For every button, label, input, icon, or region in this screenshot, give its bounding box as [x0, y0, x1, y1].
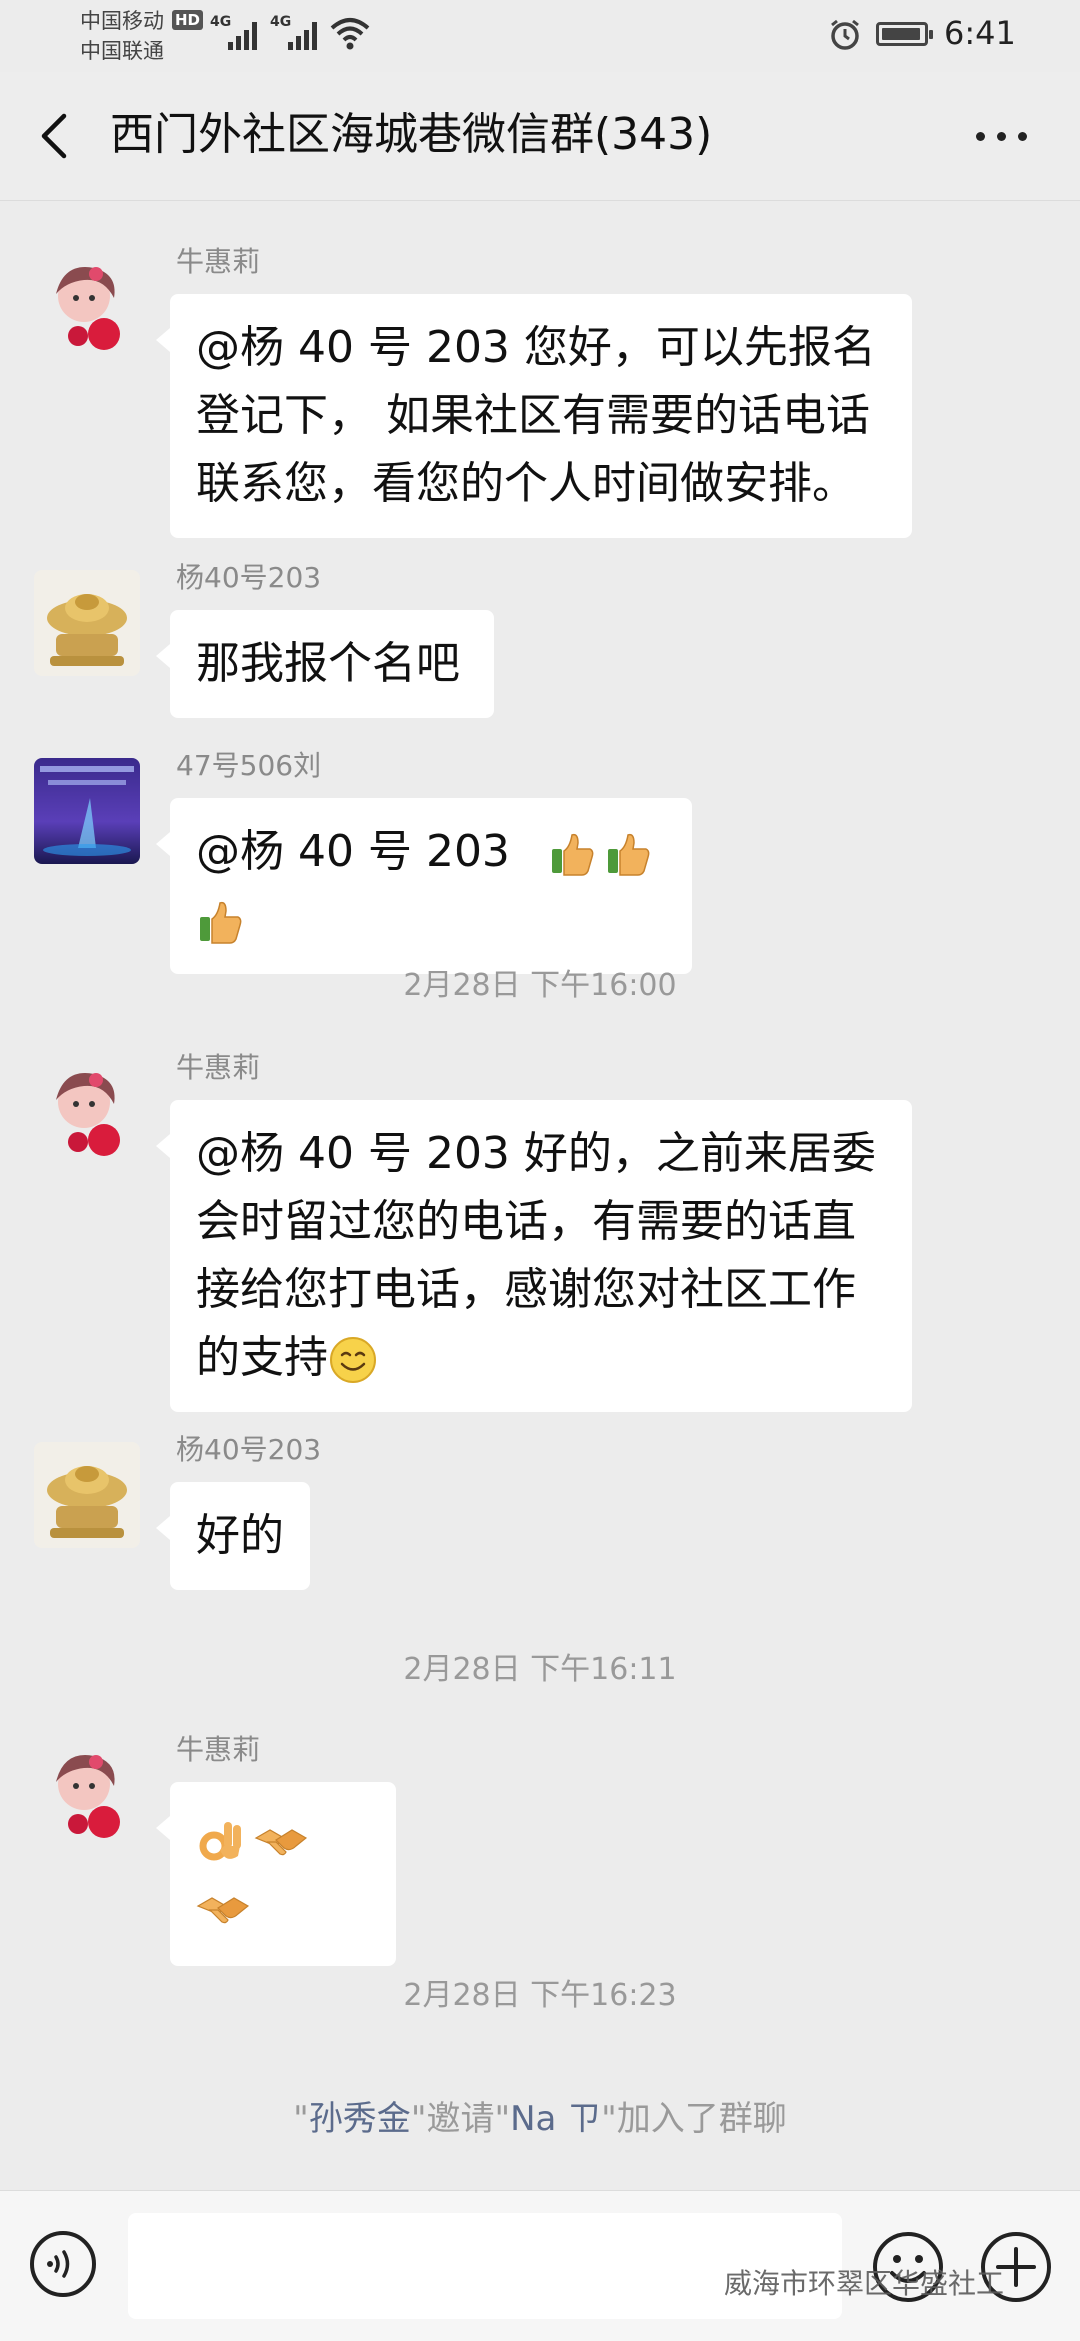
thumbs-up-icon — [551, 833, 594, 876]
message-bubble[interactable]: @杨 40 号 203 好的，之前来居委会时留过您的电话，有需要的话直接给您打电… — [156, 1100, 912, 1412]
handshake-icon — [254, 1829, 308, 1856]
voice-icon[interactable] — [28, 2229, 98, 2299]
hd-badge: HD — [172, 10, 204, 30]
back-arrow-icon[interactable] — [34, 112, 78, 160]
wifi-icon — [330, 18, 370, 50]
alarm-icon — [831, 19, 859, 50]
inviter-name[interactable]: 孙秀金 — [309, 2099, 411, 2139]
avatar[interactable] — [34, 1060, 140, 1166]
chat-timestamp: 2月28日 下午16:11 — [403, 1652, 677, 1687]
chat-timestamp: 2月28日 下午16:23 — [403, 1978, 677, 2013]
sender-name: 47号506刘 — [176, 749, 322, 782]
message-bubble[interactable]: @杨 40 号 203 — [156, 798, 692, 974]
sender-name: 牛惠莉 — [176, 1051, 261, 1084]
avatar[interactable] — [34, 1742, 140, 1848]
invitee-name[interactable]: Na ㄗ — [510, 2099, 601, 2139]
message-bubble[interactable] — [156, 1782, 396, 1966]
thumbs-up-icon — [607, 833, 650, 876]
message-bubble[interactable]: @杨 40 号 203 您好，可以先报名登记下， 如果社区有需要的话电话联系您，… — [156, 294, 912, 538]
sender-name: 杨40号203 — [176, 1433, 322, 1466]
chat-header: 西门外社区海城巷微信群(343) — [0, 72, 1080, 201]
sender-name: 牛惠莉 — [176, 245, 261, 278]
status-time: 6:41 — [944, 14, 1016, 52]
avatar[interactable] — [34, 254, 140, 360]
message-text: @杨 40 号 203 好的，之前来居委会时留过您的电话，有需要的话直接给您打电… — [196, 1128, 876, 1383]
chat-timestamp: 2月28日 下午16:00 — [403, 968, 677, 1003]
more-options-icon[interactable] — [976, 124, 1036, 148]
avatar[interactable] — [34, 758, 140, 864]
carrier-2: 中国联通 — [80, 39, 164, 63]
sender-name: 杨40号203 — [176, 561, 322, 594]
ok-hand-icon — [199, 1822, 241, 1861]
battery-icon — [876, 22, 933, 46]
chat-title: 西门外社区海城巷微信群(343) — [110, 109, 713, 160]
status-bar: 中国移动 中国联通 HD 4G 4G 6:41 — [0, 0, 1080, 72]
group-invite-notice: "孙秀金"邀请"Na ㄗ"加入了群聊 — [293, 2099, 787, 2139]
carrier-1: 中国移动 — [80, 9, 164, 33]
thumbs-up-icon — [200, 901, 242, 944]
avatar[interactable] — [34, 1442, 140, 1548]
message-text: @杨 40 号 203 — [196, 826, 510, 877]
watermark: 威海市环翠区华盛社工 — [724, 2267, 1005, 2300]
handshake-icon — [196, 1897, 250, 1924]
sender-name: 牛惠莉 — [176, 1733, 261, 1766]
smile-emoji-icon — [330, 1337, 376, 1383]
message-bubble[interactable]: 好的 — [156, 1482, 310, 1590]
message-bubble[interactable]: 那我报个名吧 — [156, 610, 494, 718]
avatar[interactable] — [34, 570, 140, 676]
